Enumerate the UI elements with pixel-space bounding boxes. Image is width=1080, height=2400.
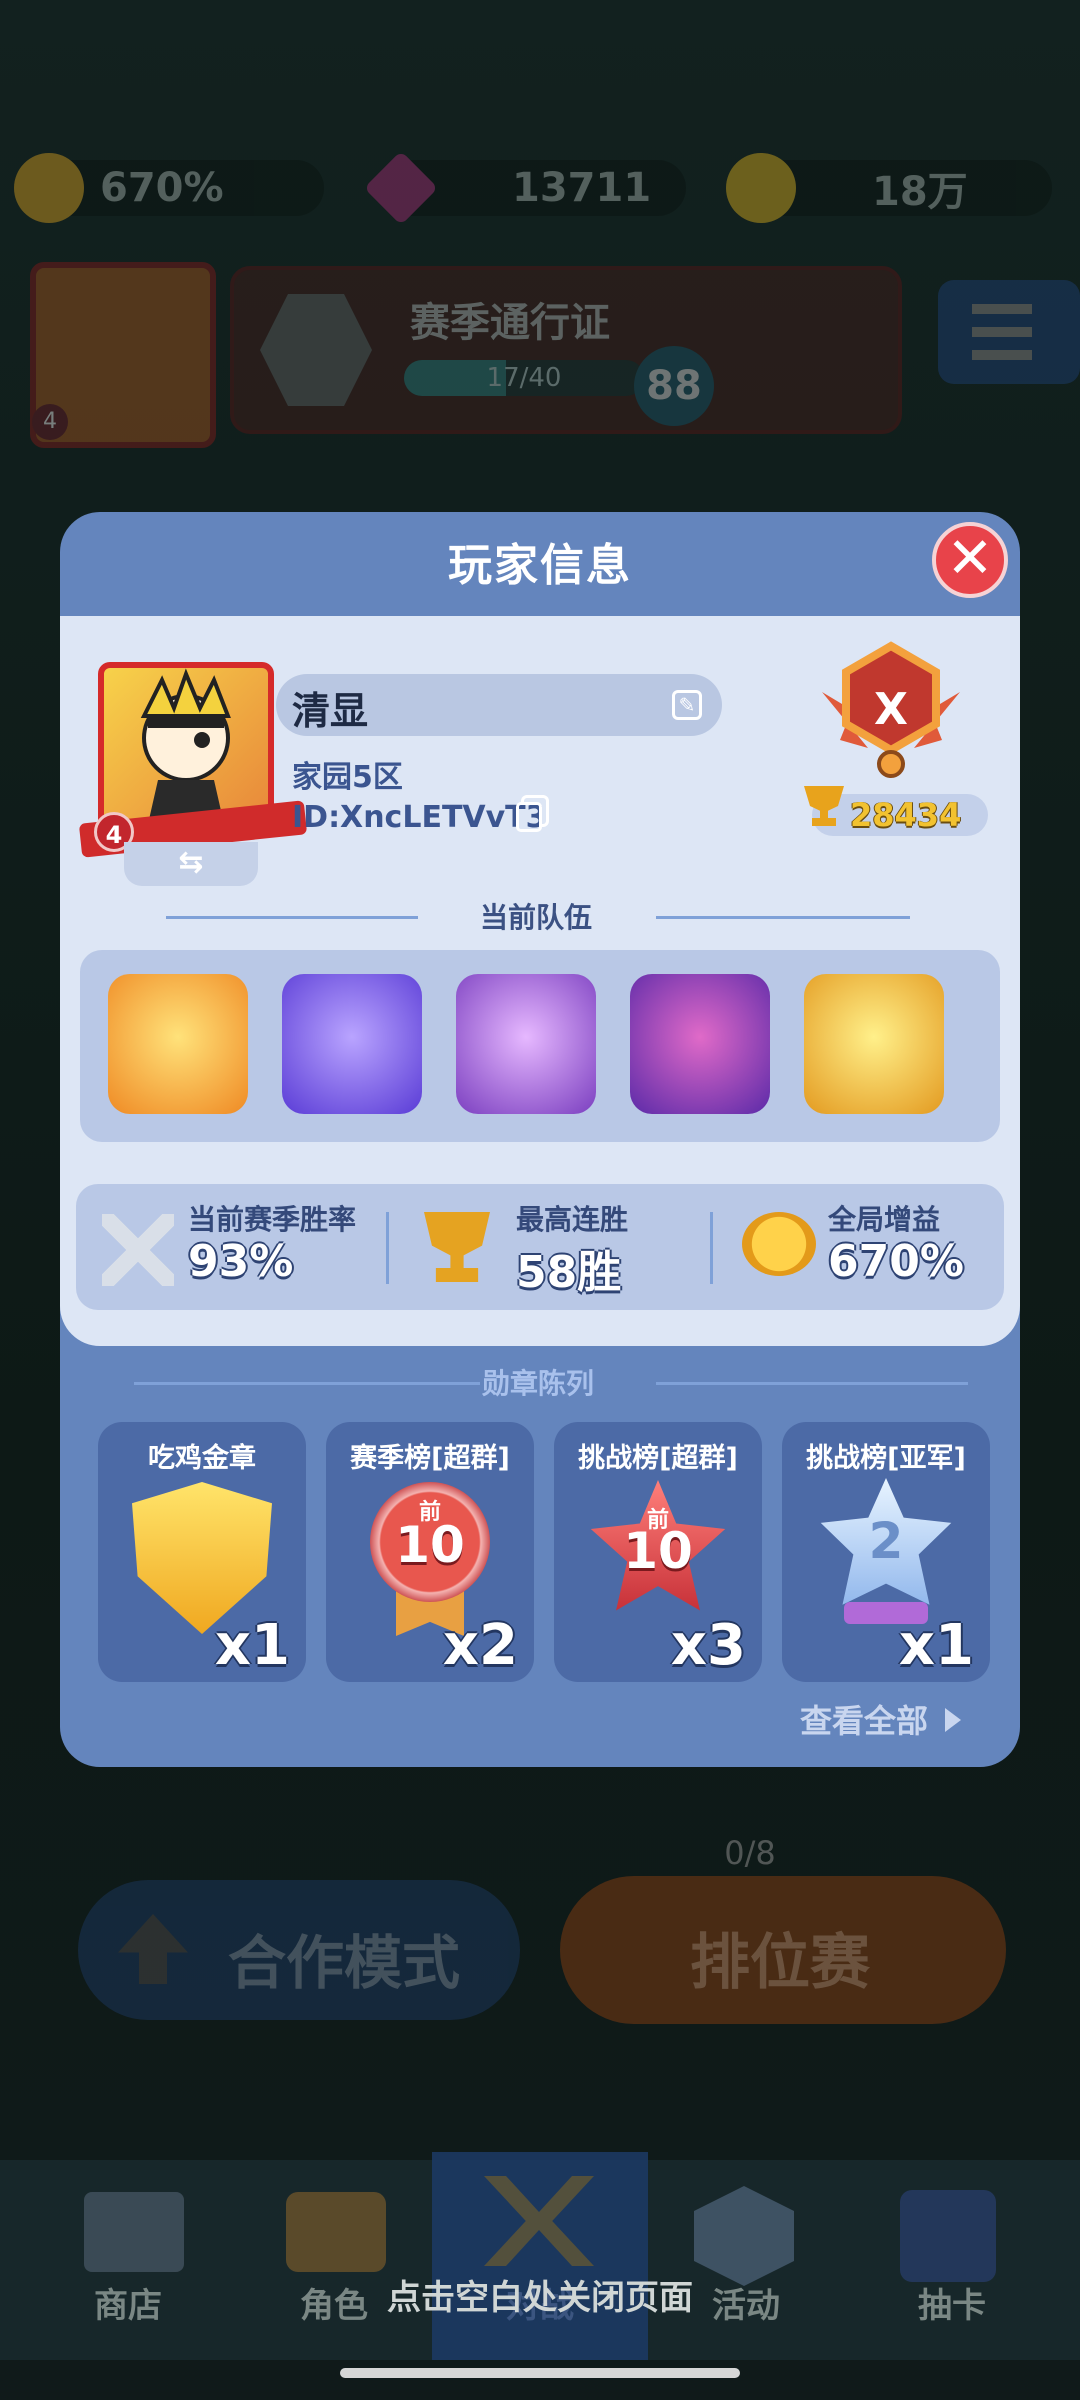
- gacha-card-icon: [900, 2190, 996, 2282]
- swap-arrows-icon: ⇆: [178, 845, 204, 880]
- player-portrait-icon: [140, 668, 231, 824]
- season-pass-banner[interactable]: 赛季通行证 17/40 88: [230, 266, 902, 434]
- play-arrow-icon: [945, 1708, 962, 1732]
- trophy-count: 28434: [850, 796, 962, 834]
- player-avatar[interactable]: [98, 662, 274, 830]
- hamburger-icon: [972, 304, 1032, 360]
- player-id: ID:XncLETVvT3: [292, 800, 547, 835]
- stat-winrate-label: 当前赛季胜率: [188, 1203, 357, 1236]
- gold-chicken-medal-icon: [132, 1482, 272, 1634]
- medal-card[interactable]: 赛季榜[超群] 前 10 x2: [326, 1422, 534, 1682]
- hero-slot-dark-fairy[interactable]: [456, 974, 596, 1114]
- bonus-resource: 670%: [14, 153, 324, 223]
- medal-count: x1: [898, 1613, 974, 1678]
- player-name: 清显: [292, 689, 369, 733]
- stat-winrate-value: 93%: [188, 1236, 294, 1287]
- ranked-button[interactable]: 排位赛: [560, 1876, 1006, 2024]
- menu-button[interactable]: [938, 280, 1080, 384]
- gem-value: 13711: [512, 165, 652, 211]
- crown-bonus-icon: [742, 1212, 816, 1276]
- team-divider-right: [656, 916, 910, 919]
- gold-cup-icon: [424, 1212, 490, 1282]
- team-divider-left: [166, 916, 418, 919]
- copy-id-icon[interactable]: [516, 802, 542, 832]
- crossed-swords-icon: [102, 1214, 174, 1286]
- modal-title: 玩家信息: [448, 540, 632, 591]
- team-title: 当前队伍: [480, 901, 593, 934]
- view-all-label: 查看全部: [800, 1702, 929, 1740]
- player-info-modal: 玩家信息 ✕ 4 ⇆ 清显 ✎ 家园5区 ID:XncLETVvT3 X 284…: [60, 512, 1020, 1767]
- ranked-progress: 0/8: [724, 1834, 776, 1872]
- gold-coin-icon: [726, 153, 796, 223]
- shop-icon: [84, 2192, 184, 2272]
- rank-letter: X: [874, 684, 908, 735]
- active-tab-highlight: [432, 2152, 648, 2360]
- medal-title: 赛季榜[超群]: [350, 1443, 510, 1474]
- stats-panel: 当前赛季胜率 93% 最高连胜 58胜 全局增益 670%: [76, 1184, 1004, 1310]
- medal-count: x3: [670, 1613, 746, 1678]
- crown-icon: [14, 153, 84, 223]
- hero-slot-golden-dragon[interactable]: [804, 974, 944, 1114]
- gem-resource[interactable]: 13711: [363, 150, 686, 226]
- season-pass-title: 赛季通行证: [410, 300, 610, 346]
- medal-count: x2: [442, 1613, 518, 1678]
- home-indicator[interactable]: [340, 2368, 740, 2378]
- stat-divider: [386, 1212, 389, 1284]
- season-pass-progress-text: 17/40: [486, 363, 562, 393]
- hero-slot-pink-brute[interactable]: [630, 974, 770, 1114]
- close-hint-text[interactable]: 点击空白处关闭页面: [0, 2270, 1080, 2319]
- ranked-label: 排位赛: [690, 1928, 870, 1998]
- switch-avatar-button[interactable]: ⇆: [124, 842, 258, 886]
- bottom-navigation: 商店 角色 对战 活动 抽卡: [0, 2152, 1080, 2360]
- medals-title: 勋章陈列: [482, 1367, 595, 1400]
- medal-badge-number: 10: [623, 1522, 693, 1580]
- hero-slot-knight[interactable]: [282, 974, 422, 1114]
- gold-value: 18万: [872, 169, 968, 215]
- stat-bonus-label: 全局增益: [828, 1203, 941, 1236]
- medal-badge-number: 10: [395, 1516, 465, 1574]
- medal-title: 挑战榜[亚军]: [806, 1443, 966, 1474]
- stat-streak-label: 最高连胜: [516, 1203, 629, 1236]
- medals-divider-right: [656, 1382, 968, 1385]
- medal-count: x1: [214, 1613, 290, 1678]
- player-card: 4 ⇆ 清显 ✎ 家园5区 ID:XncLETVvT3 X 28434 当前队伍: [60, 616, 1020, 1346]
- bonus-value: 670%: [100, 165, 224, 211]
- hud-avatar[interactable]: 4: [30, 262, 216, 448]
- stat-streak-value: 58胜: [516, 1247, 622, 1298]
- hero-slot-phoenix-warrior[interactable]: [108, 974, 248, 1114]
- medals-divider-left: [134, 1382, 480, 1385]
- player-server: 家园5区: [292, 760, 403, 795]
- edit-name-icon[interactable]: ✎: [672, 690, 702, 720]
- close-button[interactable]: ✕: [932, 522, 1008, 598]
- character-icon: [286, 2192, 386, 2272]
- arrow-up-icon: [118, 1914, 188, 1984]
- view-all-link[interactable]: 查看全部: [800, 1696, 962, 1742]
- medal-title: 挑战榜[超群]: [578, 1443, 738, 1474]
- team-panel: [80, 950, 1000, 1142]
- stat-divider: [710, 1212, 713, 1284]
- hud-avatar-level: 4: [32, 404, 68, 440]
- season-pass-level: 88: [634, 346, 714, 426]
- season-pass-progress-bar: 17/40: [404, 360, 644, 396]
- coop-mode-button[interactable]: 合作模式: [78, 1880, 520, 2020]
- medal-title: 吃鸡金章: [148, 1443, 256, 1474]
- medal-card[interactable]: 挑战榜[超群] 前 10 x3: [554, 1422, 762, 1682]
- medal-badge-number: 2: [868, 1512, 904, 1570]
- stat-bonus-value: 670%: [828, 1236, 964, 1287]
- gold-resource[interactable]: 18万: [726, 153, 1052, 223]
- medal-card[interactable]: 吃鸡金章 x1: [98, 1422, 306, 1682]
- coop-mode-label: 合作模式: [228, 1929, 461, 1997]
- medal-card[interactable]: 挑战榜[亚军] 2 x1: [782, 1422, 990, 1682]
- season-pass-emblem-icon: [260, 294, 372, 406]
